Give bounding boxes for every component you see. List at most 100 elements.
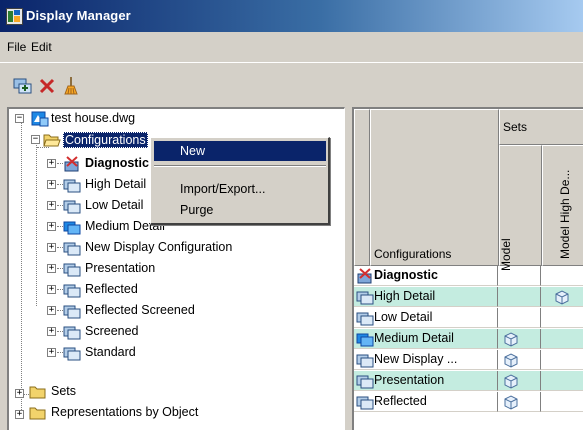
grid-cell[interactable] [541, 350, 583, 370]
grid-row-header[interactable]: Low Detail [354, 308, 498, 328]
assigned-cube-icon [504, 332, 518, 347]
grid-cell[interactable] [498, 287, 541, 307]
context-menu-new[interactable]: New [154, 141, 326, 161]
tree-config-item[interactable]: Reflected Screened [63, 302, 323, 320]
configurations-column-header[interactable]: Configurations [370, 109, 499, 266]
configurations-collapse-toggle[interactable]: − [31, 135, 40, 144]
delete-x-icon[interactable] [36, 75, 58, 97]
tree-configurations[interactable]: Configurations [43, 131, 163, 149]
tree-config-item[interactable]: New Display Configuration [63, 239, 323, 257]
grid-cell[interactable] [541, 371, 583, 391]
context-menu-purge[interactable]: Purge [154, 200, 326, 220]
grid-cell[interactable] [541, 266, 583, 286]
configurations-label: Configurations [63, 132, 148, 148]
reps-expand-toggle[interactable]: + [15, 410, 24, 419]
config-expand-toggle[interactable]: + [47, 348, 56, 357]
grid-row[interactable]: Reflected [354, 392, 583, 412]
config-expand-toggle[interactable]: + [47, 159, 56, 168]
grid-row-label: High Detail [374, 289, 436, 303]
toolbar [0, 62, 583, 106]
config-item-label: Low Detail [85, 198, 144, 212]
column-header-model[interactable]: Model [499, 145, 542, 271]
display-config-icon [63, 200, 81, 214]
menu-file[interactable]: File [5, 40, 28, 54]
grid-cell[interactable] [498, 350, 541, 370]
configuration-sets-grid[interactable]: Configurations Sets Model Model High De.… [352, 107, 583, 430]
display-config-icon [63, 305, 81, 319]
context-menu: New Import/Export... Purge [150, 137, 330, 225]
assigned-cube-icon [504, 374, 518, 389]
grid-row[interactable]: Low Detail [354, 308, 583, 328]
config-expand-toggle[interactable]: + [47, 264, 56, 273]
active-config-icon [63, 221, 81, 235]
display-config-icon [63, 263, 81, 277]
grid-row[interactable]: Diagnostic [354, 266, 583, 286]
tree-representations[interactable]: Representations by Object [29, 404, 269, 422]
active-config-icon [356, 333, 374, 347]
assigned-cube-icon [504, 353, 518, 368]
grid-row-label: Medium Detail [374, 331, 454, 345]
display-config-icon [356, 396, 374, 410]
grid-row[interactable]: Medium Detail [354, 329, 583, 349]
grid-row-header[interactable]: Medium Detail [354, 329, 498, 349]
config-item-label: Diagnostic [85, 156, 149, 170]
grid-cell[interactable] [498, 329, 541, 349]
config-expand-toggle[interactable]: + [47, 285, 56, 294]
config-item-label: Standard [85, 345, 136, 359]
tree-sets[interactable]: Sets [29, 383, 149, 401]
grid-cell[interactable] [541, 392, 583, 412]
config-item-label: Presentation [85, 261, 156, 275]
config-item-label: High Detail [85, 177, 147, 191]
grid-row-label: New Display ... [374, 352, 458, 366]
display-manager-icon[interactable] [12, 75, 34, 97]
config-expand-toggle[interactable]: + [47, 201, 56, 210]
display-config-icon [356, 291, 374, 305]
grid-cell[interactable] [498, 371, 541, 391]
grid-row-header[interactable]: Diagnostic [354, 266, 498, 286]
sets-expand-toggle[interactable]: + [15, 389, 24, 398]
drawing-file-icon [31, 111, 49, 127]
grid-cell[interactable] [498, 266, 541, 286]
grid-row[interactable]: High Detail [354, 287, 583, 307]
config-item-label: Screened [85, 324, 139, 338]
grid-row[interactable]: Presentation [354, 371, 583, 391]
grid-row-header[interactable]: High Detail [354, 287, 498, 307]
root-collapse-toggle[interactable]: − [15, 114, 24, 123]
sets-group-header: Sets [499, 109, 583, 145]
display-config-icon [63, 242, 81, 256]
config-expand-toggle[interactable]: + [47, 306, 56, 315]
tree-config-item[interactable]: Screened [63, 323, 323, 341]
diagnostic-config-icon [64, 156, 79, 172]
grid-row-header[interactable]: New Display ... [354, 350, 498, 370]
config-expand-toggle[interactable]: + [47, 222, 56, 231]
grid-cell[interactable] [541, 287, 583, 307]
folder-icon [29, 407, 46, 420]
tree-root[interactable]: test house.dwg [29, 110, 229, 128]
config-expand-toggle[interactable]: + [47, 243, 56, 252]
config-item-label: Reflected Screened [85, 303, 195, 317]
grid-cell[interactable] [498, 308, 541, 328]
tree-config-item[interactable]: Standard [63, 344, 323, 362]
grid-row-label: Presentation [374, 373, 445, 387]
diagnostic-config-icon [357, 268, 372, 284]
grid-cell[interactable] [498, 392, 541, 412]
grid-row-header[interactable]: Presentation [354, 371, 498, 391]
config-item-label: New Display Configuration [85, 240, 233, 254]
display-config-icon [356, 354, 374, 368]
context-menu-import-export[interactable]: Import/Export... [154, 179, 326, 199]
column-model-high-detail-label: Model High De... [558, 169, 572, 259]
config-expand-toggle[interactable]: + [47, 327, 56, 336]
config-item-label: Reflected [85, 282, 138, 296]
grid-row-header[interactable]: Reflected [354, 392, 498, 412]
grid-cell[interactable] [541, 329, 583, 349]
tree-config-item[interactable]: Reflected [63, 281, 323, 299]
column-header-model-high-detail[interactable]: Model High De... [542, 145, 583, 266]
purge-broom-icon[interactable] [60, 75, 82, 97]
tree-config-item[interactable]: Presentation [63, 260, 323, 278]
grid-cell[interactable] [541, 308, 583, 328]
menu-edit[interactable]: Edit [29, 40, 54, 54]
assigned-cube-icon [555, 290, 569, 305]
title-bar: Display Manager [0, 0, 583, 32]
grid-row[interactable]: New Display ... [354, 350, 583, 370]
config-expand-toggle[interactable]: + [47, 180, 56, 189]
